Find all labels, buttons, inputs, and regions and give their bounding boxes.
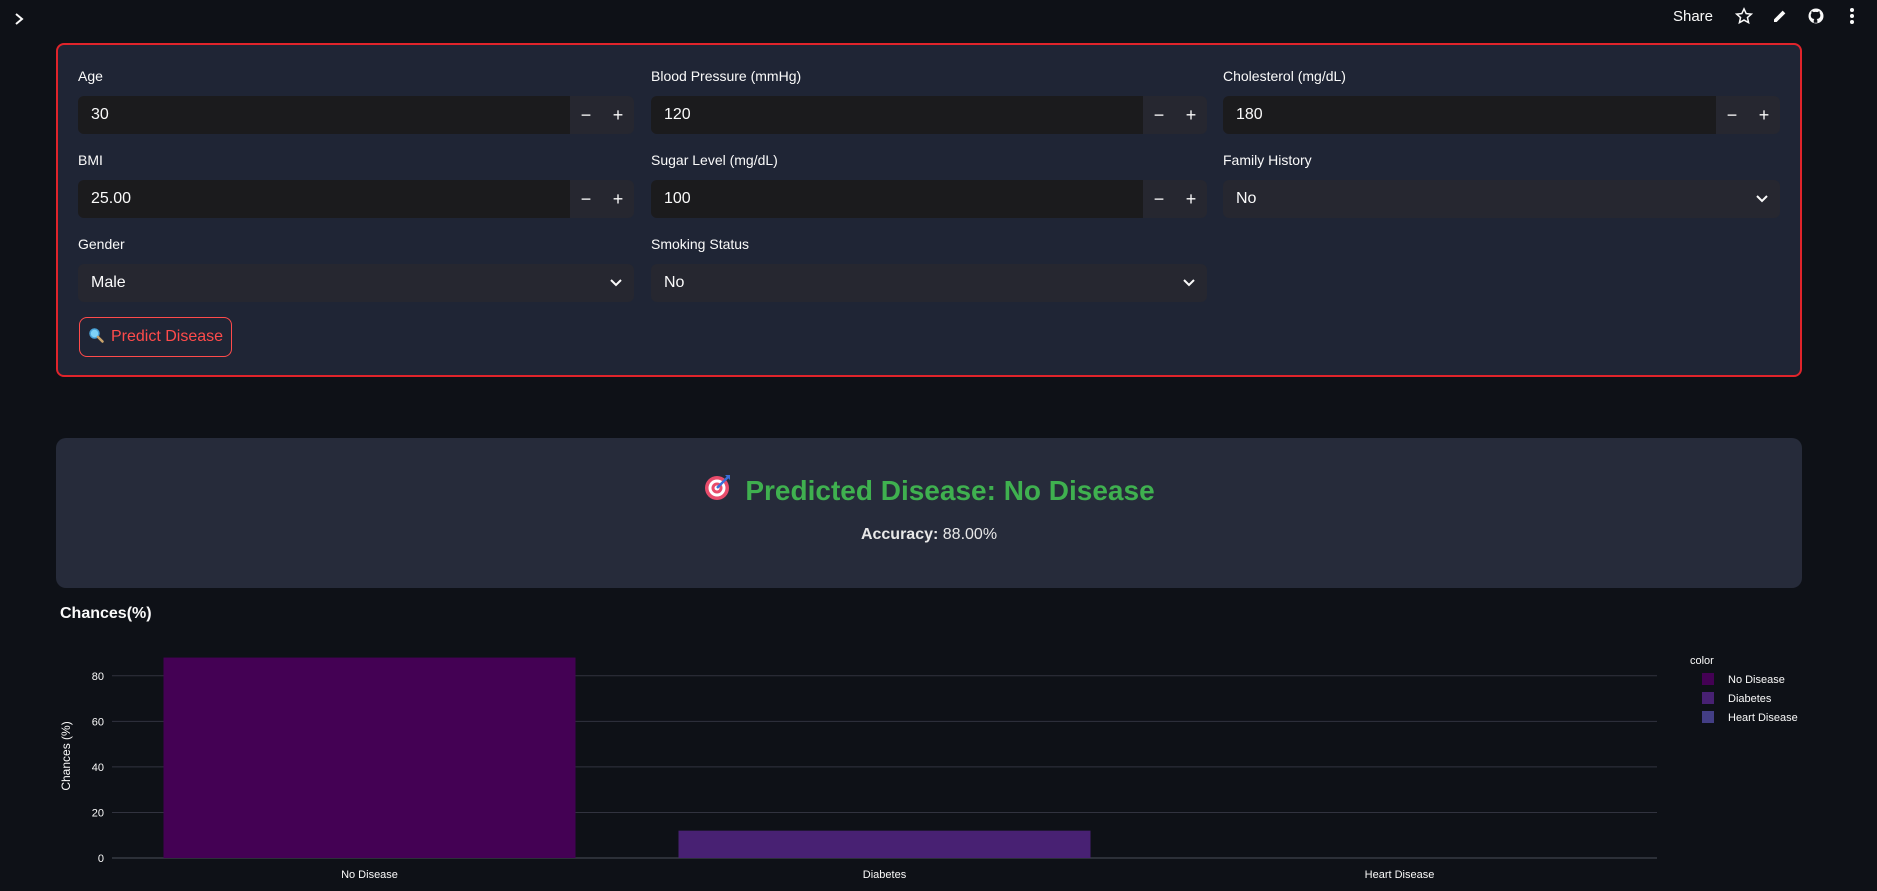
cholesterol-label: Cholesterol (mg/dL) [1223, 68, 1346, 84]
github-icon[interactable] [1805, 5, 1827, 27]
blood-pressure-decrement-button[interactable]: − [1143, 96, 1175, 134]
y-axis-title: Chances (%) [59, 721, 73, 790]
cholesterol-decrement-button[interactable]: − [1716, 96, 1748, 134]
age-decrement-button[interactable]: − [570, 96, 602, 134]
predicted-disease-title: Predicted Disease: No Disease [745, 474, 1155, 506]
accuracy-value: 88.00% [942, 526, 998, 543]
legend-item-label: Diabetes [1728, 693, 1772, 705]
cholesterol-increment-button[interactable]: + [1748, 96, 1780, 134]
magnifier-icon [88, 327, 104, 348]
age-increment-button[interactable]: + [602, 96, 634, 134]
sugar-level-field: Sugar Level (mg/dL) 100 − + [651, 152, 1207, 218]
sugar-level-label: Sugar Level (mg/dL) [651, 152, 778, 168]
chevron-down-icon [1183, 264, 1195, 302]
smoking-status-label: Smoking Status [651, 236, 750, 252]
gender-select[interactable]: Male [78, 264, 634, 302]
gender-value: Male [91, 274, 126, 291]
chevron-down-icon [1756, 180, 1768, 218]
family-history-select[interactable]: No [1223, 180, 1780, 218]
predict-disease-button[interactable]: Predict Disease [79, 317, 232, 357]
chevron-down-icon [610, 264, 622, 302]
bmi-label: BMI [78, 152, 103, 168]
x-tick-label: Heart Disease [1365, 869, 1435, 881]
x-tick-label: Diabetes [863, 869, 907, 881]
prediction-form: Age 30 − + Blood Pressure (mmHg) 120 − +… [56, 43, 1802, 377]
more-options-icon[interactable] [1841, 5, 1863, 27]
target-icon [703, 472, 733, 509]
legend-item-label: No Disease [1728, 674, 1785, 686]
gender-field: Gender Male [78, 236, 634, 302]
legend-swatch [1702, 673, 1714, 685]
y-tick-label: 0 [98, 853, 104, 865]
bar [163, 657, 576, 858]
legend-title: color [1690, 655, 1714, 667]
predict-disease-label: Predict Disease [110, 328, 224, 345]
family-history-value: No [1236, 190, 1257, 207]
prediction-result-card: Predicted Disease: No Disease Accuracy: … [56, 438, 1802, 588]
x-tick-label: No Disease [341, 869, 398, 881]
y-tick-label: 40 [92, 762, 104, 774]
chart-title: Chances(%) [60, 605, 152, 622]
bmi-decrement-button[interactable]: − [570, 180, 602, 218]
legend-item-label: Heart Disease [1728, 712, 1798, 724]
legend-swatch [1702, 692, 1714, 704]
accuracy-text: Accuracy: 88.00% [56, 526, 1802, 544]
gender-label: Gender [78, 236, 125, 252]
age-input[interactable]: 30 [78, 96, 570, 134]
cholesterol-input[interactable]: 180 [1223, 96, 1716, 134]
family-history-field: Family History No [1223, 152, 1780, 218]
bmi-input[interactable]: 25.00 [78, 180, 570, 218]
cholesterol-field: Cholesterol (mg/dL) 180 − + [1223, 68, 1780, 134]
accuracy-label: Accuracy: [860, 526, 939, 543]
bmi-increment-button[interactable]: + [602, 180, 634, 218]
sidebar-expand-icon[interactable] [8, 8, 30, 30]
app-toolbar: Share [1673, 4, 1863, 28]
share-button[interactable]: Share [1673, 8, 1713, 25]
chances-bar-chart: 0 20 40 60 80 Chances (%) No Disease Diabetes He… [59, 655, 1798, 881]
y-tick-label: 80 [92, 671, 104, 683]
star-icon[interactable] [1733, 5, 1755, 27]
blood-pressure-input[interactable]: 120 [651, 96, 1143, 134]
y-tick-label: 60 [92, 716, 104, 728]
age-label: Age [78, 68, 103, 84]
blood-pressure-field: Blood Pressure (mmHg) 120 − + [651, 68, 1207, 134]
legend-swatch [1702, 711, 1714, 723]
edit-icon[interactable] [1769, 5, 1791, 27]
blood-pressure-label: Blood Pressure (mmHg) [651, 68, 802, 84]
age-field: Age 30 − + [78, 68, 634, 134]
smoking-status-value: No [664, 274, 685, 291]
sugar-level-input[interactable]: 100 [651, 180, 1143, 218]
y-tick-label: 20 [92, 807, 104, 819]
sugar-level-decrement-button[interactable]: − [1143, 180, 1175, 218]
family-history-label: Family History [1223, 152, 1312, 168]
smoking-status-field: Smoking Status No [651, 236, 1207, 302]
bar [678, 830, 1091, 858]
bmi-field: BMI 25.00 − + [78, 152, 634, 218]
sugar-level-increment-button[interactable]: + [1175, 180, 1207, 218]
blood-pressure-increment-button[interactable]: + [1175, 96, 1207, 134]
smoking-status-select[interactable]: No [651, 264, 1207, 302]
